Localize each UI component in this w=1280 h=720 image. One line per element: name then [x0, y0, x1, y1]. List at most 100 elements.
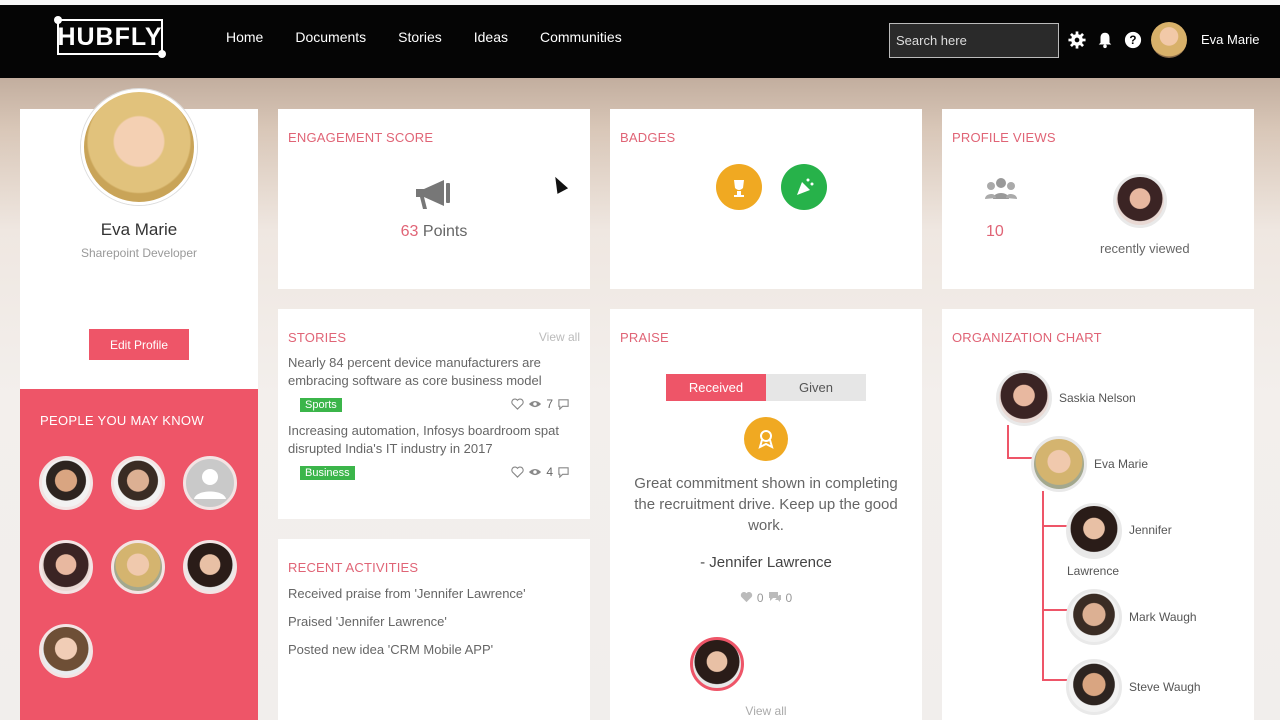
- profile-avatar: [81, 89, 197, 205]
- org-avatar[interactable]: [1066, 659, 1122, 715]
- praise-giver-avatar[interactable]: [690, 637, 744, 691]
- nav-stories[interactable]: Stories: [398, 29, 442, 45]
- recent-activities-card: RECENT ACTIVITIES Received praise from '…: [278, 539, 590, 720]
- praise-comments-count: 0: [785, 591, 793, 605]
- logo-text: HUBFLY: [57, 22, 163, 51]
- help-icon[interactable]: ?: [1124, 31, 1142, 49]
- points-label: Points: [422, 223, 468, 240]
- trophy-icon: [734, 180, 744, 197]
- stories-title: STORIES: [288, 330, 347, 345]
- praise-title: PRAISE: [620, 330, 669, 345]
- heart-icon[interactable]: [511, 398, 524, 410]
- search-input[interactable]: [889, 23, 1059, 58]
- org-person-name[interactable]: Saskia Nelson: [1059, 391, 1136, 405]
- people-you-may-know-panel: PEOPLE YOU MAY KNOW: [20, 389, 258, 720]
- org-person-name[interactable]: Jennifer: [1129, 523, 1172, 537]
- users-group-icon: [985, 178, 1017, 199]
- eye-icon: [529, 468, 542, 476]
- stories-view-all-link[interactable]: View all: [539, 330, 580, 344]
- nav-documents[interactable]: Documents: [295, 29, 366, 45]
- story-tag[interactable]: Sports: [300, 398, 342, 412]
- svg-text:?: ?: [1129, 34, 1136, 47]
- window-edge: [0, 0, 1280, 5]
- party-badge[interactable]: [781, 164, 827, 210]
- party-popper-icon: [797, 178, 814, 195]
- eye-icon: [529, 400, 542, 408]
- org-connector: [1042, 679, 1068, 681]
- profile-name: Eva Marie: [100, 220, 178, 239]
- top-navigation-bar: HUBFLY Home Documents Stories Ideas Comm…: [0, 0, 1280, 78]
- user-placeholder-icon: [194, 469, 226, 499]
- heart-icon[interactable]: [511, 466, 524, 478]
- praise-stats: 0 0: [610, 591, 922, 605]
- praise-author: - Jennifer Lawrence: [700, 554, 832, 571]
- nav-home[interactable]: Home: [226, 29, 263, 45]
- org-avatar[interactable]: [996, 370, 1052, 426]
- activity-item[interactable]: Received praise from 'Jennifer Lawrence': [288, 586, 526, 601]
- person-avatar[interactable]: [111, 540, 165, 594]
- comment-icon[interactable]: [557, 398, 570, 410]
- heart-icon[interactable]: [740, 591, 753, 603]
- praise-view-all-link[interactable]: View all: [610, 704, 922, 718]
- org-avatar[interactable]: [1066, 503, 1122, 559]
- trophy-badge[interactable]: [716, 164, 762, 210]
- header-user-name[interactable]: Eva Marie: [1201, 32, 1260, 47]
- praise-tabs: Received Given: [666, 374, 866, 401]
- tab-given[interactable]: Given: [766, 374, 866, 401]
- tab-received[interactable]: Received: [666, 374, 766, 401]
- org-avatar[interactable]: [1066, 589, 1122, 645]
- story-views-count: 7: [546, 397, 553, 411]
- person-avatar[interactable]: [39, 624, 93, 678]
- org-connector: [1042, 525, 1068, 527]
- person-avatar[interactable]: [39, 456, 93, 510]
- org-chart-title: ORGANIZATION CHART: [952, 330, 1102, 345]
- profile-card: Eva Marie Sharepoint Developer Edit Prof…: [20, 89, 258, 389]
- story-tag[interactable]: Business: [300, 466, 355, 480]
- org-person-name[interactable]: Steve Waugh: [1129, 680, 1201, 694]
- user-avatar[interactable]: [1151, 22, 1187, 58]
- org-connector: [1042, 609, 1068, 611]
- logo-dot: [54, 16, 62, 24]
- main-nav: Home Documents Stories Ideas Communities: [226, 29, 622, 45]
- org-person-name[interactable]: Mark Waugh: [1129, 610, 1197, 624]
- organization-chart-card: ORGANIZATION CHART Saskia Nelson Eva Mar…: [942, 309, 1254, 720]
- profile-role: Sharepoint Developer: [80, 246, 198, 260]
- person-avatar[interactable]: [111, 456, 165, 510]
- praise-card: PRAISE Received Given Great commitment s…: [610, 309, 922, 720]
- points-value: 63: [400, 223, 419, 240]
- gear-icon[interactable]: [1068, 31, 1086, 49]
- story-views-count: 4: [546, 465, 553, 479]
- story-title[interactable]: Nearly 84 percent device manufacturers a…: [288, 354, 568, 390]
- engagement-title: ENGAGEMENT SCORE: [288, 130, 434, 145]
- story-stats: 4: [511, 465, 570, 479]
- comment-icon[interactable]: [557, 466, 570, 478]
- stories-card: STORIES View all Nearly 84 percent devic…: [278, 309, 590, 519]
- activity-item[interactable]: Praised 'Jennifer Lawrence': [288, 614, 447, 629]
- person-avatar[interactable]: [39, 540, 93, 594]
- engagement-score-card: ENGAGEMENT SCORE 63 Points: [278, 109, 590, 289]
- edit-profile-button[interactable]: Edit Profile: [89, 329, 189, 360]
- person-avatar-placeholder[interactable]: [183, 456, 237, 510]
- logo-dot: [158, 50, 166, 58]
- praise-message: Great commitment shown in completing the…: [634, 475, 898, 534]
- org-person-name[interactable]: Lawrence: [1067, 564, 1119, 578]
- org-connector: [1042, 491, 1044, 681]
- profile-views-card: PROFILE VIEWS 10 recently viewed: [942, 109, 1254, 289]
- story-title[interactable]: Increasing automation, Infosys boardroom…: [288, 422, 568, 458]
- badges-card: BADGES: [610, 109, 922, 289]
- nav-ideas[interactable]: Ideas: [474, 29, 508, 45]
- person-avatar[interactable]: [183, 540, 237, 594]
- megaphone-icon: [416, 180, 450, 209]
- activities-title: RECENT ACTIVITIES: [288, 560, 419, 575]
- activity-item[interactable]: Posted new idea 'CRM Mobile APP': [288, 642, 493, 657]
- profile-views-count: 10: [986, 223, 1004, 240]
- nav-communities[interactable]: Communities: [540, 29, 622, 45]
- recent-viewer-avatar[interactable]: [1113, 174, 1167, 228]
- badges-title: BADGES: [620, 130, 676, 145]
- hubfly-logo[interactable]: HUBFLY: [54, 16, 166, 58]
- org-avatar[interactable]: [1031, 436, 1087, 492]
- org-person-name[interactable]: Eva Marie: [1094, 457, 1148, 471]
- org-connector: [1007, 457, 1033, 459]
- bell-icon[interactable]: [1096, 31, 1114, 49]
- comments-icon[interactable]: [768, 591, 782, 603]
